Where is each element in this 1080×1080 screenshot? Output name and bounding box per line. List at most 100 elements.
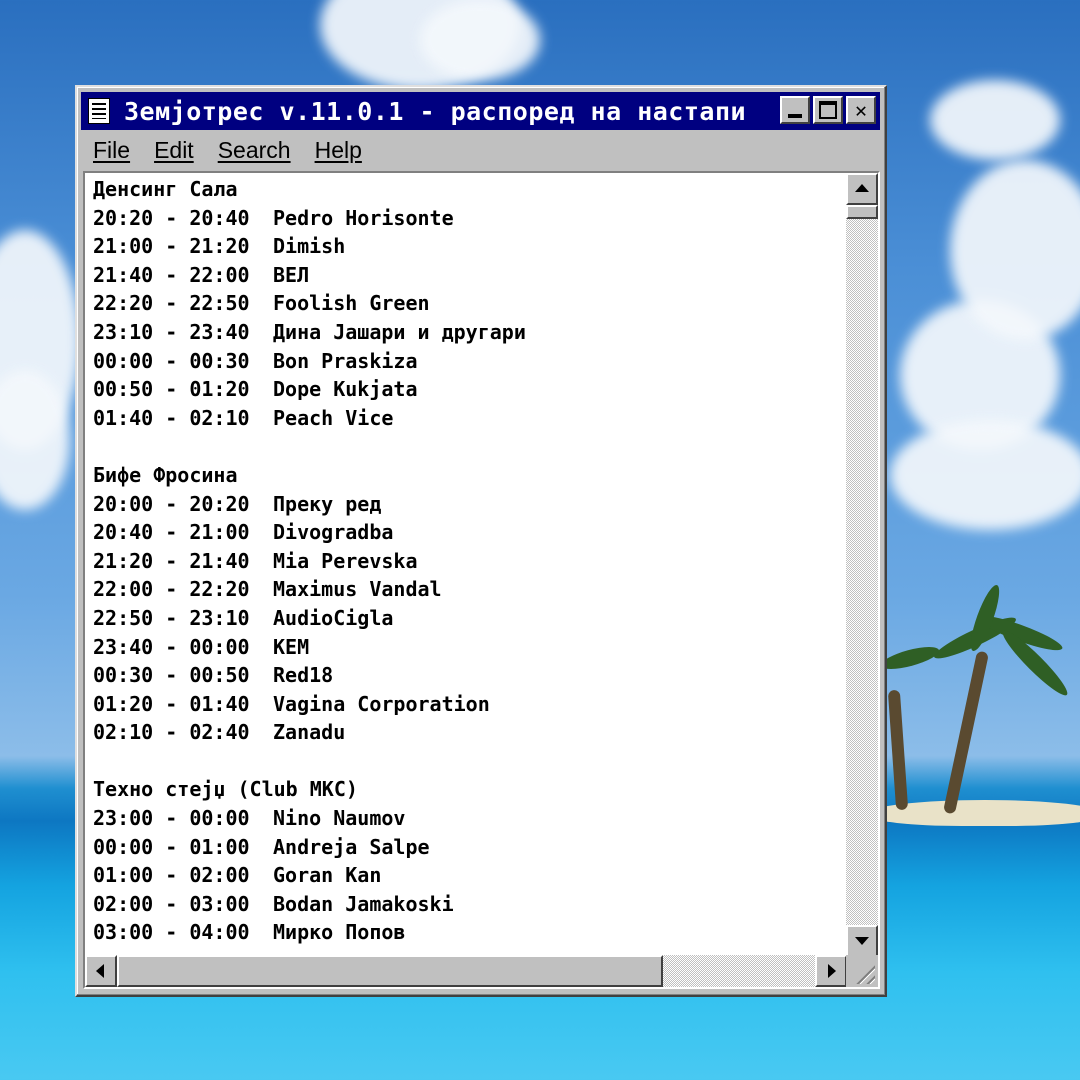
schedule-line: 23:00 - 00:00 Nino Naumov bbox=[93, 804, 847, 833]
maximize-button[interactable] bbox=[813, 96, 843, 124]
notepad-window: Земјотрес v.11.0.1 - распоред на настапи… bbox=[75, 85, 887, 997]
cloud bbox=[420, 0, 540, 80]
cloud bbox=[930, 80, 1060, 160]
act-name: Foolish Green bbox=[273, 291, 430, 316]
schedule-line: 22:20 - 22:50 Foolish Green bbox=[93, 289, 847, 318]
scroll-up-button[interactable] bbox=[846, 173, 878, 205]
schedule-line: 00:00 - 00:30 Bon Praskiza bbox=[93, 347, 847, 376]
time-slot: 23:40 - 00:00 bbox=[93, 634, 250, 659]
schedule-line: 02:00 - 03:00 Bodan Jamakoski bbox=[93, 890, 847, 919]
act-name: Pedro Horisonte bbox=[273, 205, 454, 230]
time-slot: 20:40 - 21:00 bbox=[93, 520, 250, 545]
schedule-line: 00:50 - 01:20 Dope Kukjata bbox=[93, 375, 847, 404]
time-slot: 23:00 - 00:00 bbox=[93, 806, 250, 831]
act-name: Vagina Corporation bbox=[273, 691, 490, 716]
act-name: Mia Perevska bbox=[273, 548, 418, 573]
act-name: Divogradba bbox=[273, 520, 394, 545]
time-slot: 00:50 - 01:20 bbox=[93, 377, 250, 402]
schedule-line: 21:00 - 21:20 Dimish bbox=[93, 232, 847, 261]
act-name: Dope Kukjata bbox=[273, 377, 418, 402]
act-name: Dimish bbox=[273, 234, 346, 259]
act-name: Bodan Jamakoski bbox=[273, 891, 454, 916]
notepad-icon[interactable] bbox=[88, 98, 110, 124]
schedule-line: 01:00 - 02:00 Goran Kan bbox=[93, 861, 847, 890]
time-slot: 01:20 - 01:40 bbox=[93, 691, 250, 716]
time-slot: 20:00 - 20:20 bbox=[93, 491, 250, 516]
act-name: Red18 bbox=[273, 663, 334, 688]
time-slot: 00:30 - 00:50 bbox=[93, 663, 250, 688]
schedule-line: 23:10 - 23:40 Дина Јашари и другари bbox=[93, 318, 847, 347]
schedule-line: 01:40 - 02:10 Peach Vice bbox=[93, 404, 847, 433]
schedule-line: 00:00 - 01:00 Andreja Salpe bbox=[93, 833, 847, 862]
time-slot: 00:00 - 01:00 bbox=[93, 834, 250, 859]
window-title: Земјотрес v.11.0.1 - распоред на настапи bbox=[124, 96, 747, 126]
scroll-left-button[interactable] bbox=[85, 955, 117, 987]
stage-heading: Бифе Фросина bbox=[93, 462, 238, 487]
act-name: Goran Kan bbox=[273, 863, 382, 888]
time-slot: 03:00 - 04:00 bbox=[93, 920, 250, 945]
vertical-scroll-thumb[interactable] bbox=[846, 205, 878, 219]
act-name: Дина Јашари и другари bbox=[273, 319, 526, 344]
menu-edit[interactable]: Edit bbox=[154, 137, 194, 164]
palm-tree-trunk bbox=[887, 689, 909, 811]
act-name: AudioCigla bbox=[273, 605, 394, 630]
vertical-scrollbar[interactable] bbox=[846, 173, 878, 957]
act-name: Zanadu bbox=[273, 720, 346, 745]
act-name: Maximus Vandal bbox=[273, 577, 442, 602]
act-name: Peach Vice bbox=[273, 405, 394, 430]
act-name: Преку ред bbox=[273, 491, 382, 516]
act-name: Nino Naumov bbox=[273, 806, 406, 831]
schedule-line: 22:50 - 23:10 AudioCigla bbox=[93, 604, 847, 633]
time-slot: 00:00 - 00:30 bbox=[93, 348, 250, 373]
title-buttons: ✕ bbox=[777, 96, 876, 124]
schedule-line: 00:30 - 00:50 Red18 bbox=[93, 661, 847, 690]
cloud bbox=[890, 420, 1080, 530]
scroll-down-button[interactable] bbox=[846, 925, 878, 957]
close-button[interactable]: ✕ bbox=[846, 96, 876, 124]
time-slot: 21:40 - 22:00 bbox=[93, 262, 250, 287]
schedule-line: 02:10 - 02:40 Zanadu bbox=[93, 718, 847, 747]
schedule-line: 01:20 - 01:40 Vagina Corporation bbox=[93, 690, 847, 719]
time-slot: 21:00 - 21:20 bbox=[93, 234, 250, 259]
time-slot: 02:00 - 03:00 bbox=[93, 891, 250, 916]
menu-help[interactable]: Help bbox=[315, 137, 362, 164]
menu-search[interactable]: Search bbox=[218, 137, 291, 164]
schedule-line: 20:20 - 20:40 Pedro Horisonte bbox=[93, 204, 847, 233]
time-slot: 20:20 - 20:40 bbox=[93, 205, 250, 230]
schedule-line: 03:00 - 04:00 Мирко Попов bbox=[93, 918, 847, 947]
time-slot: 02:10 - 02:40 bbox=[93, 720, 250, 745]
act-name: Bon Praskiza bbox=[273, 348, 418, 373]
act-name: ВЕЛ bbox=[273, 262, 310, 287]
scroll-right-button[interactable] bbox=[815, 955, 847, 987]
client-area: Денсинг Сала 20:20 - 20:40 Pedro Horisonte… bbox=[83, 171, 880, 989]
time-slot: 21:20 - 21:40 bbox=[93, 548, 250, 573]
act-name: KEM bbox=[273, 634, 310, 659]
time-slot: 22:00 - 22:20 bbox=[93, 577, 250, 602]
stage-heading: Денсинг Сала bbox=[93, 177, 238, 201]
time-slot: 01:40 - 02:10 bbox=[93, 405, 250, 430]
time-slot: 22:50 - 23:10 bbox=[93, 605, 250, 630]
schedule-line: 20:00 - 20:20 Преку ред bbox=[93, 490, 847, 519]
horizontal-scroll-thumb[interactable] bbox=[117, 955, 663, 987]
schedule-line: 21:40 - 22:00 ВЕЛ bbox=[93, 261, 847, 290]
palm-leaf bbox=[878, 642, 942, 674]
palm-tree-trunk bbox=[942, 650, 990, 815]
act-name: Andreja Salpe bbox=[273, 834, 430, 859]
title-bar[interactable]: Земјотрес v.11.0.1 - распоред на настапи… bbox=[81, 92, 880, 130]
time-slot: 22:20 - 22:50 bbox=[93, 291, 250, 316]
time-slot: 01:00 - 02:00 bbox=[93, 863, 250, 888]
stage-heading: Техно стејџ (Club МКС) bbox=[93, 777, 358, 802]
schedule-line: 23:40 - 00:00 KEM bbox=[93, 633, 847, 662]
act-name: Мирко Попов bbox=[273, 920, 406, 945]
minimize-button[interactable] bbox=[780, 96, 810, 124]
time-slot: 23:10 - 23:40 bbox=[93, 319, 250, 344]
schedule-line: 20:40 - 21:00 Divogradba bbox=[93, 518, 847, 547]
text-editor[interactable]: Денсинг Сала 20:20 - 20:40 Pedro Horisonte… bbox=[85, 173, 847, 957]
resize-grip[interactable] bbox=[846, 955, 878, 987]
schedule-line: 22:00 - 22:20 Maximus Vandal bbox=[93, 575, 847, 604]
menu-file[interactable]: File bbox=[93, 137, 130, 164]
menu-bar: File Edit Search Help bbox=[81, 132, 880, 168]
horizontal-scrollbar[interactable] bbox=[85, 955, 847, 987]
